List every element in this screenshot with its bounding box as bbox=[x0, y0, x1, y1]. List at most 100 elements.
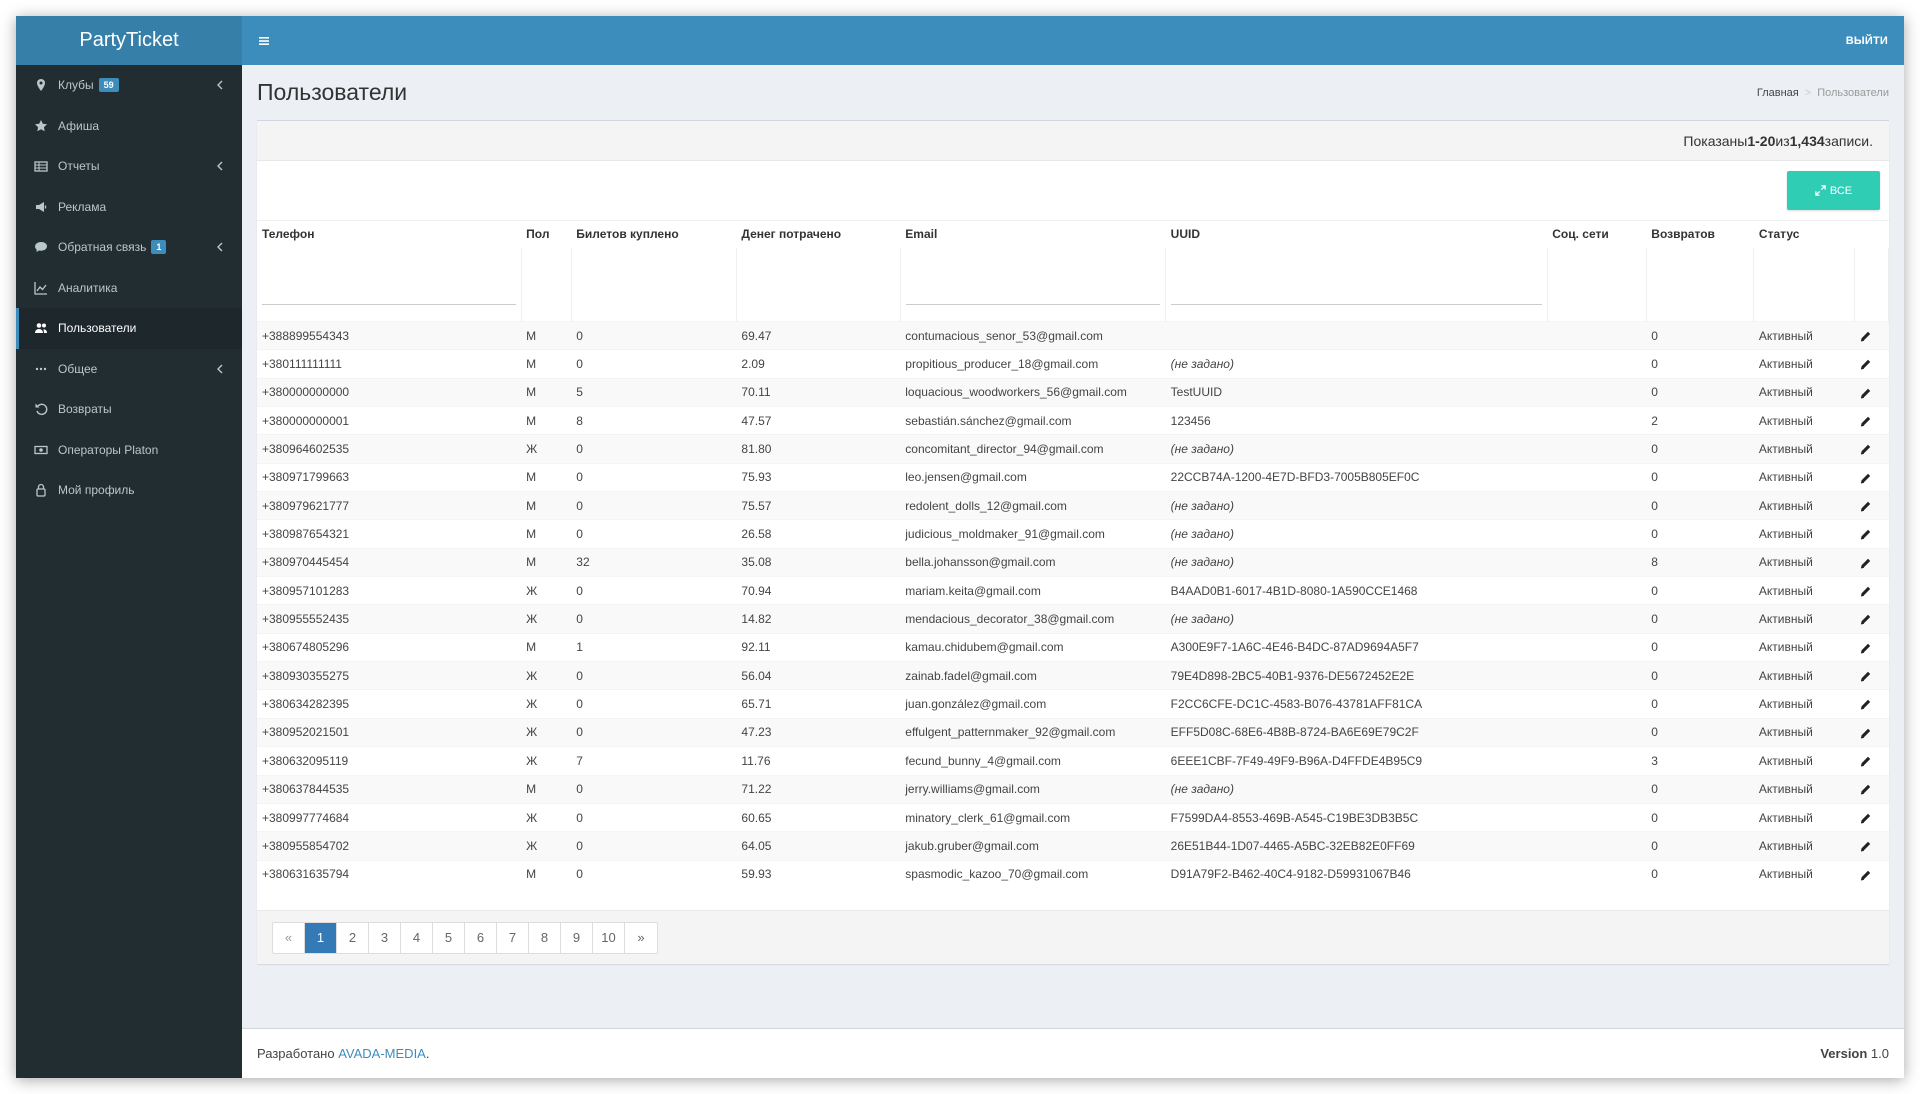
sidebar-item-7[interactable]: Общее bbox=[16, 349, 242, 390]
column-header-4[interactable]: Email bbox=[900, 220, 1166, 248]
pencil-icon[interactable] bbox=[1859, 330, 1872, 343]
phone-cell: +380631635794 bbox=[257, 859, 522, 889]
sidebar-item-3[interactable]: Реклама bbox=[16, 187, 242, 228]
table-row[interactable]: +380631635794 М 0 59.93 spasmodic_kazoo_70@g… bbox=[257, 859, 1889, 889]
table-row[interactable]: +380632095119 Ж 7 11.76 fecund_bunny_4@gmail… bbox=[257, 746, 1889, 775]
returns-cell: 0 bbox=[1646, 462, 1754, 492]
pencil-icon[interactable] bbox=[1859, 783, 1872, 796]
uuid-cell: 123456 bbox=[1165, 406, 1548, 435]
pencil-icon[interactable] bbox=[1859, 387, 1872, 400]
bullhorn-icon bbox=[34, 200, 48, 214]
column-header-7[interactable]: Возвратов bbox=[1646, 220, 1754, 248]
table-row[interactable]: +380987654321 М 0 26.58 judicious_moldmaker_… bbox=[257, 519, 1889, 549]
table-row[interactable]: +380957101283 Ж 0 70.94 mariam.keita@gmail.c… bbox=[257, 576, 1889, 605]
pencil-icon[interactable] bbox=[1859, 443, 1872, 456]
pagination-page[interactable]: 6 bbox=[465, 922, 497, 953]
column-header-0[interactable]: Телефон bbox=[257, 220, 522, 248]
table-row[interactable]: +380634282395 Ж 0 65.71 juan.gonzález@gmail.… bbox=[257, 689, 1889, 719]
pencil-icon[interactable] bbox=[1859, 500, 1872, 513]
table-row[interactable]: +380955854702 Ж 0 64.05 jakub.gruber@gmail.c… bbox=[257, 831, 1889, 861]
phone-cell: +380955552435 bbox=[257, 604, 522, 634]
pencil-icon[interactable] bbox=[1859, 812, 1872, 825]
email-cell: minatory_clerk_61@gmail.com bbox=[900, 802, 1166, 832]
pagination-page[interactable]: 2 bbox=[337, 922, 369, 953]
sidebar-item-9[interactable]: Операторы Platon bbox=[16, 430, 242, 471]
table-row[interactable]: +380637844535 М 0 71.22 jerry.williams@gmail… bbox=[257, 774, 1889, 804]
pagination-page[interactable]: 1 bbox=[305, 922, 337, 953]
table-row[interactable]: +380964602535 Ж 0 81.80 concomitant_director… bbox=[257, 434, 1889, 464]
app-logo[interactable]: PartyTicket bbox=[16, 16, 242, 65]
returns-cell: 2 bbox=[1646, 406, 1754, 435]
pencil-icon[interactable] bbox=[1859, 642, 1872, 655]
spent-cell: 35.08 bbox=[736, 547, 901, 577]
pagination-page[interactable]: 9 bbox=[561, 922, 593, 953]
uuid-filter-input[interactable] bbox=[1171, 277, 1542, 305]
pagination-page[interactable]: 7 bbox=[497, 922, 529, 953]
table-row[interactable]: +380000000001 М 8 47.57 sebastián.sánchez@gm… bbox=[257, 406, 1889, 435]
pencil-icon[interactable] bbox=[1859, 585, 1872, 598]
pagination-page[interactable]: 4 bbox=[401, 922, 433, 953]
show-all-button[interactable]: ВСЕ bbox=[1787, 171, 1880, 210]
pagination-prev[interactable]: « bbox=[273, 922, 305, 953]
pagination-page[interactable]: 5 bbox=[433, 922, 465, 953]
sidebar-item-2[interactable]: Отчеты bbox=[16, 146, 242, 187]
column-header-9[interactable] bbox=[1854, 220, 1889, 248]
returns-cell: 0 bbox=[1646, 576, 1754, 605]
table-row[interactable]: +380111111111 М 0 2.09 propitious_producer_1… bbox=[257, 349, 1889, 379]
table-row[interactable]: +380930355275 Ж 0 56.04 zainab.fadel@gmail.c… bbox=[257, 661, 1889, 690]
table-row[interactable]: +388899554343 М 0 69.47 contumacious_senor_5… bbox=[257, 320, 1889, 350]
pagination-page[interactable]: 8 bbox=[529, 922, 561, 953]
logout-button[interactable]: ВЫЙТИ bbox=[1846, 35, 1888, 47]
pencil-icon[interactable] bbox=[1859, 698, 1872, 711]
table-row[interactable]: +380979621777 М 0 75.57 redolent_dolls_12@gm… bbox=[257, 491, 1889, 520]
table-row[interactable]: +380997774684 Ж 0 60.65 minatory_clerk_61@gm… bbox=[257, 802, 1889, 832]
email-filter-input[interactable] bbox=[905, 277, 1161, 305]
column-header-1[interactable]: Пол bbox=[521, 220, 572, 248]
pencil-icon[interactable] bbox=[1859, 670, 1872, 683]
column-header-6[interactable]: Соц. сети bbox=[1547, 220, 1647, 248]
sidebar-item-5[interactable]: Аналитика bbox=[16, 268, 242, 309]
social-cell bbox=[1547, 831, 1647, 861]
footer-company-link[interactable]: AVADA-MEDIA bbox=[338, 1046, 426, 1061]
status-cell: Активный bbox=[1753, 632, 1855, 662]
table-row[interactable]: +380970445454 М 32 35.08 bella.johansson@gma… bbox=[257, 547, 1889, 577]
pencil-icon[interactable] bbox=[1859, 557, 1872, 570]
sidebar-item-label: Обратная связь 1 bbox=[58, 240, 216, 255]
sidebar-item-8[interactable]: Возвраты bbox=[16, 389, 242, 430]
breadcrumb-home[interactable]: Главная bbox=[1757, 87, 1799, 99]
sidebar-item-text: Возвраты bbox=[58, 402, 112, 417]
sidebar-item-10[interactable]: Мой профиль bbox=[16, 470, 242, 511]
column-header-5[interactable]: UUID bbox=[1165, 220, 1548, 248]
pencil-icon[interactable] bbox=[1859, 415, 1872, 428]
table-row[interactable]: +380971799663 М 0 75.93 leo.jensen@gmail.com… bbox=[257, 462, 1889, 492]
pencil-icon[interactable] bbox=[1859, 755, 1872, 768]
table-row[interactable]: +380955552435 Ж 0 14.82 mendacious_decorator… bbox=[257, 604, 1889, 634]
sidebar-item-1[interactable]: Афиша bbox=[16, 106, 242, 147]
social-cell bbox=[1547, 547, 1647, 577]
table-row[interactable]: +380952021501 Ж 0 47.23 effulgent_patternmak… bbox=[257, 717, 1889, 747]
pagination-page[interactable]: 3 bbox=[369, 922, 401, 953]
pencil-icon[interactable] bbox=[1859, 869, 1872, 882]
pencil-icon[interactable] bbox=[1859, 840, 1872, 853]
pagination-next[interactable]: » bbox=[625, 923, 657, 953]
sidebar-item-6[interactable]: Пользователи bbox=[16, 308, 242, 349]
column-header-8[interactable]: Статус bbox=[1753, 220, 1855, 248]
pencil-icon[interactable] bbox=[1859, 358, 1872, 371]
table-row[interactable]: +380674805296 М 1 92.11 kamau.chidubem@gmail… bbox=[257, 632, 1889, 662]
pencil-icon[interactable] bbox=[1859, 727, 1872, 740]
tickets-cell: 0 bbox=[571, 320, 737, 350]
pencil-icon[interactable] bbox=[1859, 528, 1872, 541]
hamburger-icon[interactable] bbox=[257, 34, 271, 48]
column-header-2[interactable]: Билетов куплено bbox=[571, 220, 737, 248]
pencil-icon[interactable] bbox=[1859, 613, 1872, 626]
email-cell: loquacious_woodworkers_56@gmail.com bbox=[900, 377, 1166, 407]
pencil-icon[interactable] bbox=[1859, 472, 1872, 485]
pagination-page[interactable]: 10 bbox=[593, 922, 625, 953]
actions-cell bbox=[1854, 831, 1889, 861]
sidebar-item-4[interactable]: Обратная связь 1 bbox=[16, 227, 242, 268]
sidebar-item-text: Мой профиль bbox=[58, 483, 135, 498]
table-row[interactable]: +380000000000 М 5 70.11 loquacious_woodworke… bbox=[257, 377, 1889, 407]
sidebar-item-0[interactable]: Клубы 59 bbox=[16, 65, 242, 106]
column-header-3[interactable]: Денег потрачено bbox=[736, 220, 901, 248]
phone-filter-input[interactable] bbox=[262, 277, 516, 305]
